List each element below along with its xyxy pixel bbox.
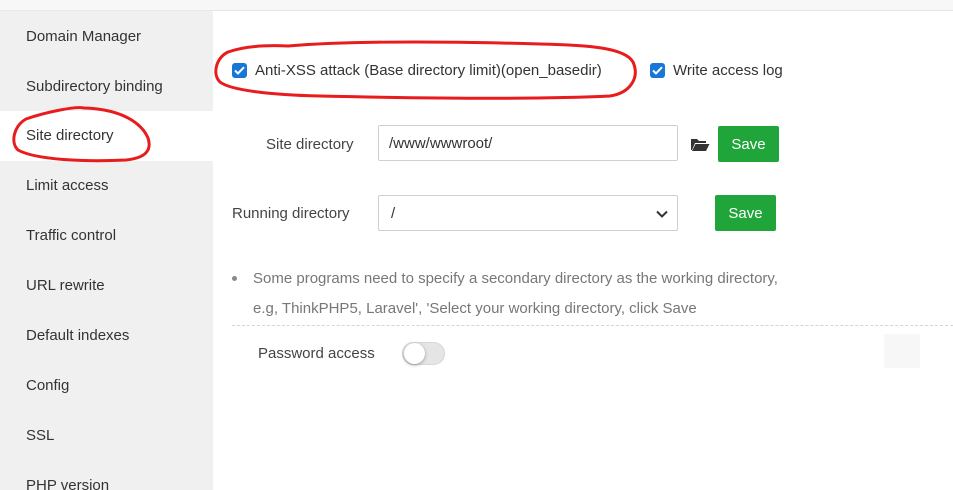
sidebar-item-subdirectory-binding[interactable]: Subdirectory binding — [0, 62, 213, 112]
tip-bullet — [232, 276, 237, 281]
running-directory-save-button[interactable]: Save — [715, 195, 776, 231]
anti-xss-label: Anti-XSS attack (Base directory limit)(o… — [255, 62, 602, 79]
password-access-label: Password access — [258, 345, 375, 362]
site-directory-input[interactable] — [378, 125, 678, 161]
anti-xss-option[interactable]: Anti-XSS attack (Base directory limit)(o… — [232, 62, 602, 79]
section-divider — [232, 325, 953, 326]
toggle-knob — [404, 343, 425, 364]
sidebar-item-url-rewrite[interactable]: URL rewrite — [0, 261, 213, 311]
checkmark-icon — [234, 66, 245, 75]
sidebar-item-traffic-control[interactable]: Traffic control — [0, 211, 213, 261]
tip-text-line-2: e.g, ThinkPHP5, Laravel', 'Select your w… — [253, 300, 697, 317]
access-log-checkbox[interactable] — [650, 63, 665, 78]
sidebar-item-default-indexes[interactable]: Default indexes — [0, 311, 213, 361]
sidebar-item-php-version[interactable]: PHP version — [0, 461, 213, 490]
sidebar-nav: Domain Manager Subdirectory binding Site… — [0, 11, 213, 490]
access-log-label: Write access log — [673, 62, 783, 79]
running-directory-select[interactable]: / — [378, 195, 678, 231]
checkmark-icon — [652, 66, 663, 75]
running-directory-label: Running directory — [232, 205, 350, 222]
tip-text-line-1: Some programs need to specify a secondar… — [253, 270, 778, 287]
sidebar-item-config[interactable]: Config — [0, 361, 213, 411]
anti-xss-checkbox[interactable] — [232, 63, 247, 78]
sidebar-item-ssl[interactable]: SSL — [0, 411, 213, 461]
faint-placeholder-box — [884, 334, 920, 368]
password-access-toggle[interactable] — [402, 342, 445, 365]
chevron-down-icon — [656, 210, 668, 218]
sidebar-item-site-directory[interactable]: Site directory — [0, 111, 213, 161]
access-log-option[interactable]: Write access log — [650, 62, 783, 79]
folder-open-icon[interactable] — [690, 137, 710, 152]
top-bar — [0, 0, 953, 11]
sidebar-item-domain-manager[interactable]: Domain Manager — [0, 12, 213, 62]
site-directory-label: Site directory — [266, 136, 354, 153]
sidebar-item-limit-access[interactable]: Limit access — [0, 161, 213, 211]
site-directory-save-button[interactable]: Save — [718, 126, 779, 162]
running-directory-selected: / — [391, 204, 396, 222]
